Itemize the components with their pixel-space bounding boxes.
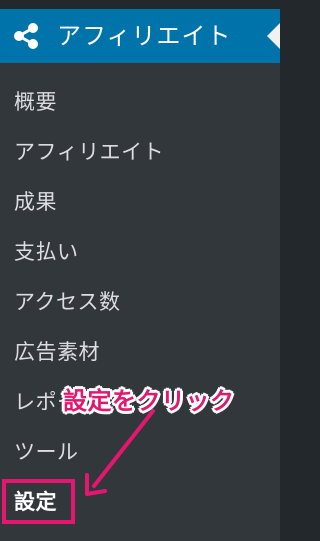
menu-title: アフィリエイト	[57, 22, 232, 50]
submenu-item-overview[interactable]: 概要	[14, 87, 57, 117]
settings-highlight-box	[2, 479, 75, 524]
share-icon	[14, 23, 38, 49]
current-menu-arrow-icon	[267, 23, 280, 49]
submenu-item-tools[interactable]: ツール	[14, 437, 79, 467]
affiliate-menu-header[interactable]: アフィリエイト	[0, 9, 280, 63]
submenu-item-referrals[interactable]: 成果	[14, 187, 57, 217]
annotation-callout: 設定をクリック	[63, 387, 235, 415]
submenu-item-affiliates[interactable]: アフィリエイト	[14, 137, 164, 167]
submenu-item-visits[interactable]: アクセス数	[14, 287, 120, 317]
admin-bar-edge	[0, 0, 280, 9]
submenu-item-payouts[interactable]: 支払い	[14, 237, 79, 267]
submenu-item-creatives[interactable]: 広告素材	[14, 337, 100, 367]
affiliate-submenu: 概要 アフィリエイト 成果 支払い アクセス数 広告素材 レポート ツール 設定	[0, 63, 280, 541]
